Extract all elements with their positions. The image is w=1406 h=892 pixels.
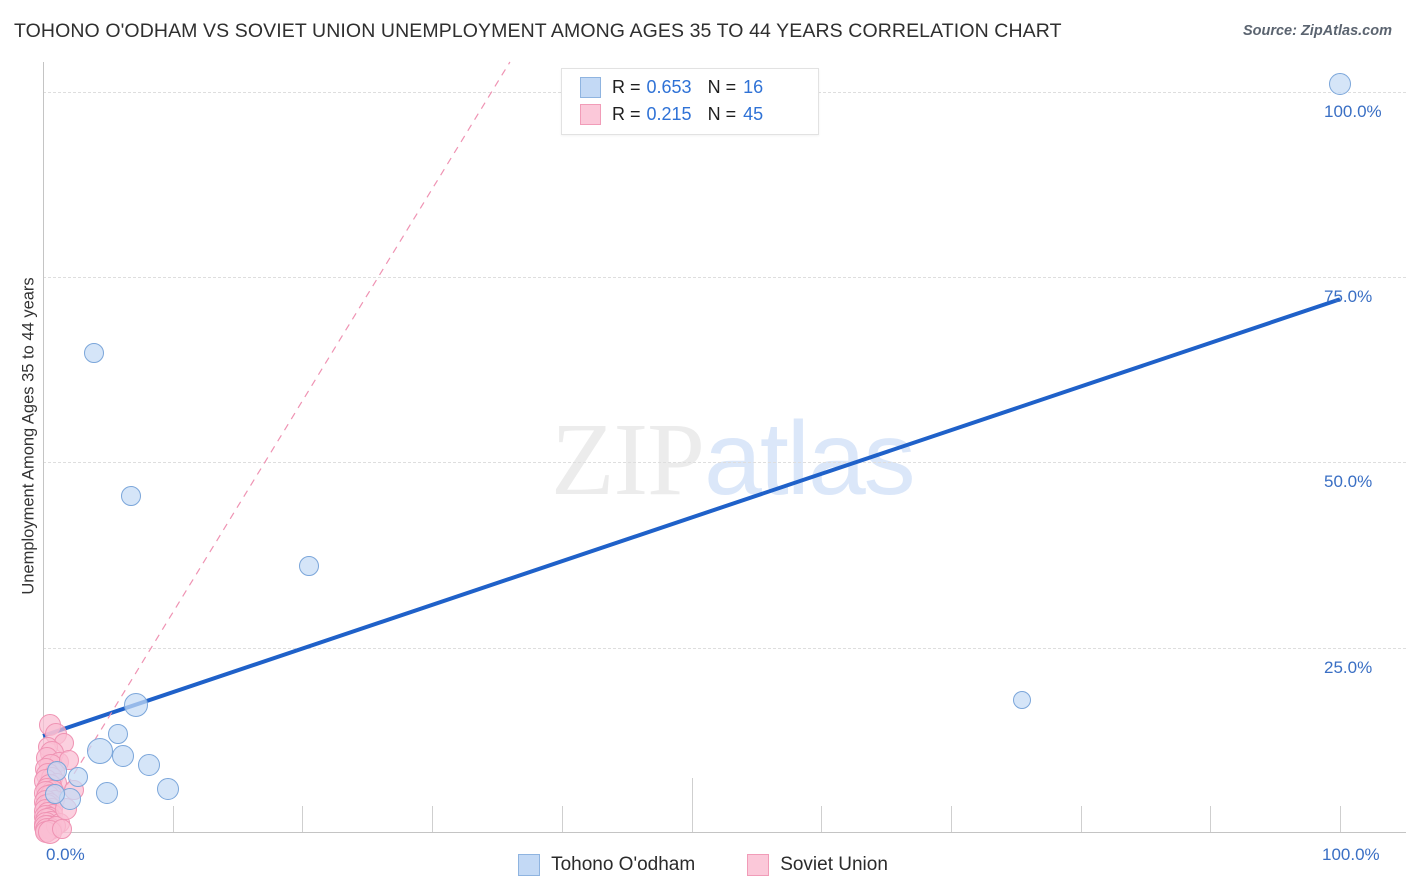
x-axis-tick [1340,806,1341,832]
scatter-point[interactable] [68,766,89,787]
scatter-point[interactable] [121,485,142,506]
r-label: R = [612,103,641,124]
scatter-point[interactable] [52,819,73,840]
stats-row: R = 0.653 N = 16 [562,73,818,101]
y-axis-title: Unemployment Among Ages 35 to 44 years [19,277,38,595]
series-legend: Tohono O'odham Soviet Union [0,848,1406,882]
legend-label: Tohono O'odham [551,854,696,875]
n-label: N = [707,76,737,97]
chart-header: TOHONO O'ODHAM VS SOVIET UNION UNEMPLOYM… [0,0,1406,56]
r-value: 0.215 [646,103,692,124]
legend-swatch-icon [747,854,770,876]
n-value: 45 [743,103,764,124]
r-value: 0.653 [646,76,692,97]
legend-item-soviet-union[interactable]: Soviet Union [747,854,888,876]
r-label: R = [612,76,641,97]
scatter-point[interactable] [44,784,65,805]
source-label: Source: ZipAtlas.com [1242,23,1392,39]
n-value: 16 [743,76,764,97]
scatter-point[interactable] [87,737,114,764]
scatter-point[interactable] [138,753,161,776]
y-axis-tick-label: 25.0% [1324,657,1373,677]
trendlines [42,61,1341,819]
y-axis-tick-label: 100.0% [1324,101,1382,121]
legend-swatch-icon [518,854,541,876]
y-axis-tick-label: 50.0% [1324,472,1373,492]
page-title: TOHONO O'ODHAM VS SOVIET UNION UNEMPLOYM… [14,20,1062,42]
legend-label: Soviet Union [780,854,888,875]
correlation-stats-box: R = 0.653 N = 16 R = 0.215 N = 45 [561,68,819,135]
n-label: N = [707,103,737,124]
y-axis-tick-label: 75.0% [1324,286,1373,306]
trendline-soviet-union [46,61,511,819]
stats-row: R = 0.215 N = 45 [562,100,818,128]
scatter-point[interactable] [298,556,319,577]
scatter-point[interactable] [156,777,179,800]
scatter-point[interactable] [95,781,118,804]
legend-item-tohono-oodham[interactable]: Tohono O'odham [518,854,695,876]
series-swatch-icon [580,76,601,98]
scatter-point[interactable] [83,342,104,363]
series-swatch-icon [580,103,601,125]
trendline-tohono-o-odham [42,297,1341,738]
plot-area: ZIPatlas [33,61,1406,845]
